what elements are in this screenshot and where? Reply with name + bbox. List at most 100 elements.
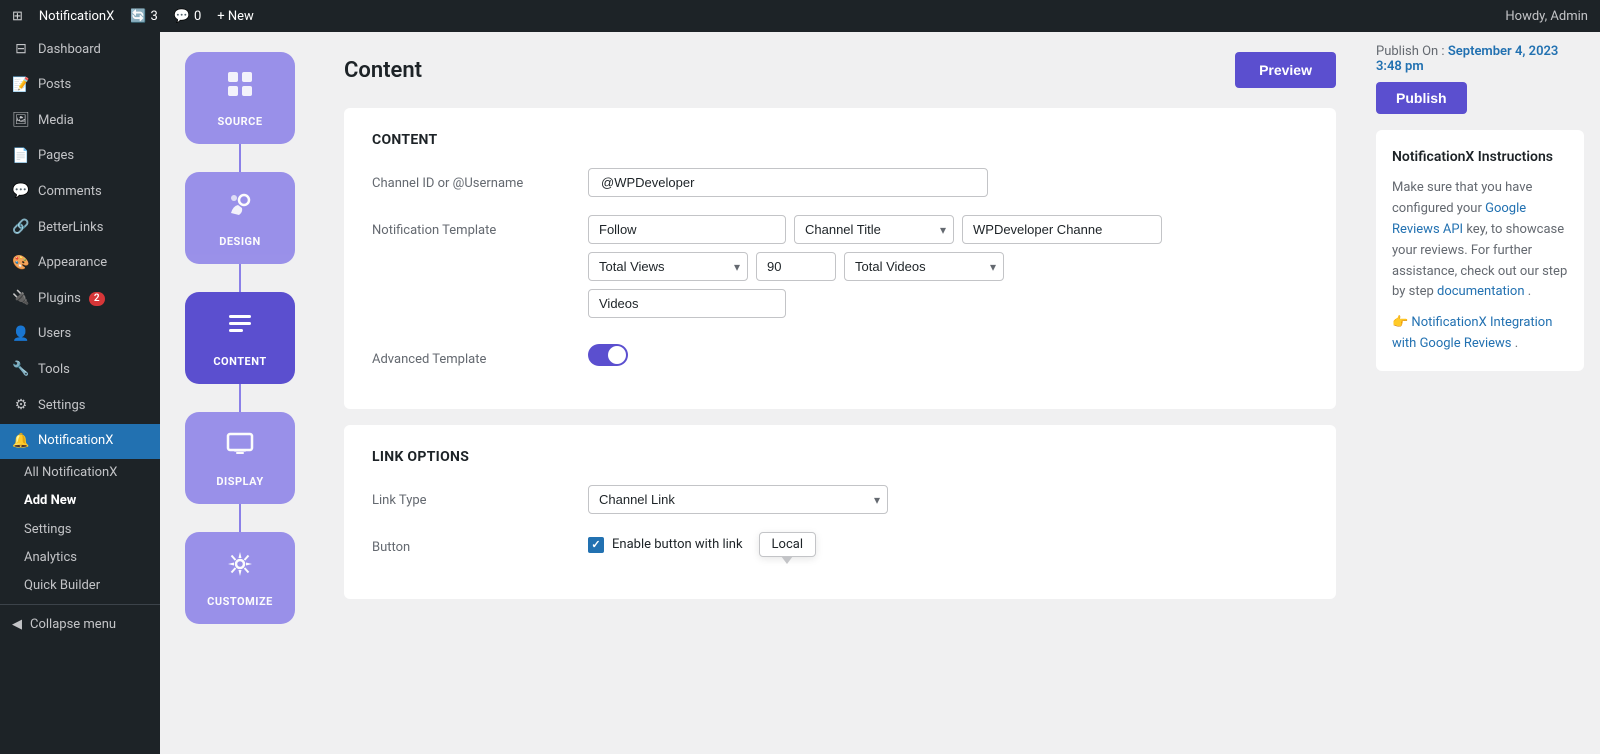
link-options-title: LINK OPTIONS <box>372 449 1308 465</box>
connector-3 <box>239 384 241 412</box>
button-row: Button Enable button with link Local <box>372 532 1308 557</box>
link-type-label: Link Type <box>372 485 572 508</box>
content-header: Content Preview <box>344 52 1336 88</box>
sidebar-submenu: All NotificationX Add New Settings Analy… <box>0 459 160 600</box>
step-source[interactable]: SOURCE <box>185 52 295 144</box>
channel-title-select[interactable]: Channel Title <box>794 215 954 244</box>
betterlinks-icon: 🔗 <box>12 218 30 238</box>
step-customize[interactable]: CUSTOMIZE <box>185 532 295 624</box>
step-display[interactable]: DISPLAY <box>185 412 295 504</box>
customize-icon <box>224 548 256 587</box>
dashboard-icon: ⊟ <box>12 40 30 60</box>
sidebar: ⊟ Dashboard 📝 Posts 🖼 Media 📄 Pages 💬 Co… <box>0 32 160 754</box>
connector-4 <box>239 504 241 532</box>
new-item[interactable]: + New <box>217 9 254 24</box>
sidebar-item-notificationx[interactable]: 🔔 NotificationX <box>0 424 160 460</box>
notification-template-row: Notification Template Channel Title <box>372 215 1308 326</box>
admin-bar: ⊞ NotificationX 🔄 3 💬 0 + New Howdy, Adm… <box>0 0 1600 32</box>
connector-1 <box>239 144 241 172</box>
channel-id-control <box>588 168 1308 197</box>
comments-icon: 💬 <box>12 182 30 202</box>
channel-id-label: Channel ID or @Username <box>372 168 572 191</box>
sidebar-item-users[interactable]: 👤 Users <box>0 317 160 353</box>
enable-button-text: Enable button with link <box>612 537 743 552</box>
sidebar-item-tools[interactable]: 🔧 Tools <box>0 352 160 388</box>
link-options-section: LINK OPTIONS Link Type Channel Link Butt… <box>344 425 1336 599</box>
plugins-icon: 🔌 <box>12 289 30 309</box>
channel-title-text[interactable] <box>962 215 1162 244</box>
channel-id-row: Channel ID or @Username <box>372 168 1308 197</box>
total-views-select[interactable]: Total Views <box>588 252 748 281</box>
media-icon: 🖼 <box>12 111 30 131</box>
users-icon: 👤 <box>12 325 30 345</box>
sidebar-item-settings[interactable]: ⚙ Settings <box>0 388 160 424</box>
publish-section: Publish On : September 4, 2023 3:48 pm P… <box>1376 32 1584 114</box>
howdy-text: Howdy, Admin <box>1505 9 1588 24</box>
link-type-row: Link Type Channel Link <box>372 485 1308 514</box>
link-type-select[interactable]: Channel Link <box>588 485 888 514</box>
total-views-wrap: Total Views <box>588 252 748 281</box>
notification-template-label: Notification Template <box>372 215 572 238</box>
display-icon <box>224 428 256 467</box>
sidebar-item-appearance[interactable]: 🎨 Appearance <box>0 246 160 282</box>
comments-count[interactable]: 💬 0 <box>174 9 202 24</box>
channel-title-wrap: Channel Title <box>794 215 954 244</box>
source-label: SOURCE <box>217 115 262 128</box>
sidebar-item-quickbuilder[interactable]: Quick Builder <box>12 572 160 600</box>
local-tooltip: Local <box>759 532 816 557</box>
site-name[interactable]: NotificationX <box>39 9 114 24</box>
step-content[interactable]: CONTENT <box>185 292 295 384</box>
collapse-menu[interactable]: ◀ Collapse menu <box>0 609 160 640</box>
button-label: Button <box>372 532 572 555</box>
tools-icon: 🔧 <box>12 360 30 380</box>
content-label: CONTENT <box>213 355 266 368</box>
documentation-link[interactable]: documentation <box>1437 284 1525 299</box>
sidebar-item-media[interactable]: 🖼 Media <box>0 103 160 139</box>
sidebar-item-settings2[interactable]: Settings <box>12 516 160 544</box>
preview-button[interactable]: Preview <box>1235 52 1336 88</box>
videos-input[interactable] <box>588 289 786 318</box>
advanced-template-label: Advanced Template <box>372 344 572 367</box>
sidebar-item-posts[interactable]: 📝 Posts <box>0 68 160 104</box>
design-icon <box>224 188 256 227</box>
template-row-3 <box>588 289 1308 318</box>
wp-logo: ⊞ <box>12 9 23 24</box>
views-number-input[interactable] <box>756 252 836 281</box>
sidebar-item-pages[interactable]: 📄 Pages <box>0 139 160 175</box>
content-icon <box>224 308 256 347</box>
advanced-template-row: Advanced Template <box>372 344 1308 367</box>
page-title: Content <box>344 58 422 83</box>
publish-button[interactable]: Publish <box>1376 82 1467 114</box>
sidebar-item-analytics[interactable]: Analytics <box>12 544 160 572</box>
content-section: CONTENT Channel ID or @Username Notifica… <box>344 108 1336 409</box>
step-panel: SOURCE DESIGN CONTENT DISPLAY <box>160 32 320 754</box>
notificationx-link[interactable]: NotificationX <box>1411 315 1486 330</box>
enable-button-checkbox[interactable] <box>588 537 604 553</box>
channel-id-input[interactable] <box>588 168 988 197</box>
sidebar-item-betterlinks[interactable]: 🔗 BetterLinks <box>0 210 160 246</box>
advanced-template-toggle[interactable] <box>588 344 628 366</box>
sidebar-item-plugins[interactable]: 🔌 Plugins 2 <box>0 281 160 317</box>
pages-icon: 📄 <box>12 147 30 167</box>
display-label: DISPLAY <box>216 475 263 488</box>
follow-input[interactable] <box>588 215 786 244</box>
sidebar-item-dashboard[interactable]: ⊟ Dashboard <box>0 32 160 68</box>
updates-count[interactable]: 🔄 3 <box>130 9 158 24</box>
posts-icon: 📝 <box>12 76 30 96</box>
step-design[interactable]: DESIGN <box>185 172 295 264</box>
link-type-control: Channel Link <box>588 485 1308 514</box>
template-row-1: Channel Title <box>588 215 1308 244</box>
enable-button-row: Enable button with link Local <box>588 532 1308 557</box>
total-videos-select[interactable]: Total Videos <box>844 252 1004 281</box>
sidebar-item-addnew[interactable]: Add New <box>12 487 160 515</box>
sidebar-item-comments[interactable]: 💬 Comments <box>0 174 160 210</box>
advanced-template-control <box>588 344 1308 366</box>
publish-on-label: Publish On : <box>1376 44 1445 59</box>
customize-label: CUSTOMIZE <box>207 595 273 608</box>
notificationx-icon: 🔔 <box>12 432 30 452</box>
appearance-icon: 🎨 <box>12 254 30 274</box>
plugins-badge: 2 <box>89 292 105 306</box>
collapse-icon: ◀ <box>12 617 22 632</box>
sidebar-item-allnx[interactable]: All NotificationX <box>12 459 160 487</box>
instructions-card: NotificationX Instructions Make sure tha… <box>1376 130 1584 371</box>
